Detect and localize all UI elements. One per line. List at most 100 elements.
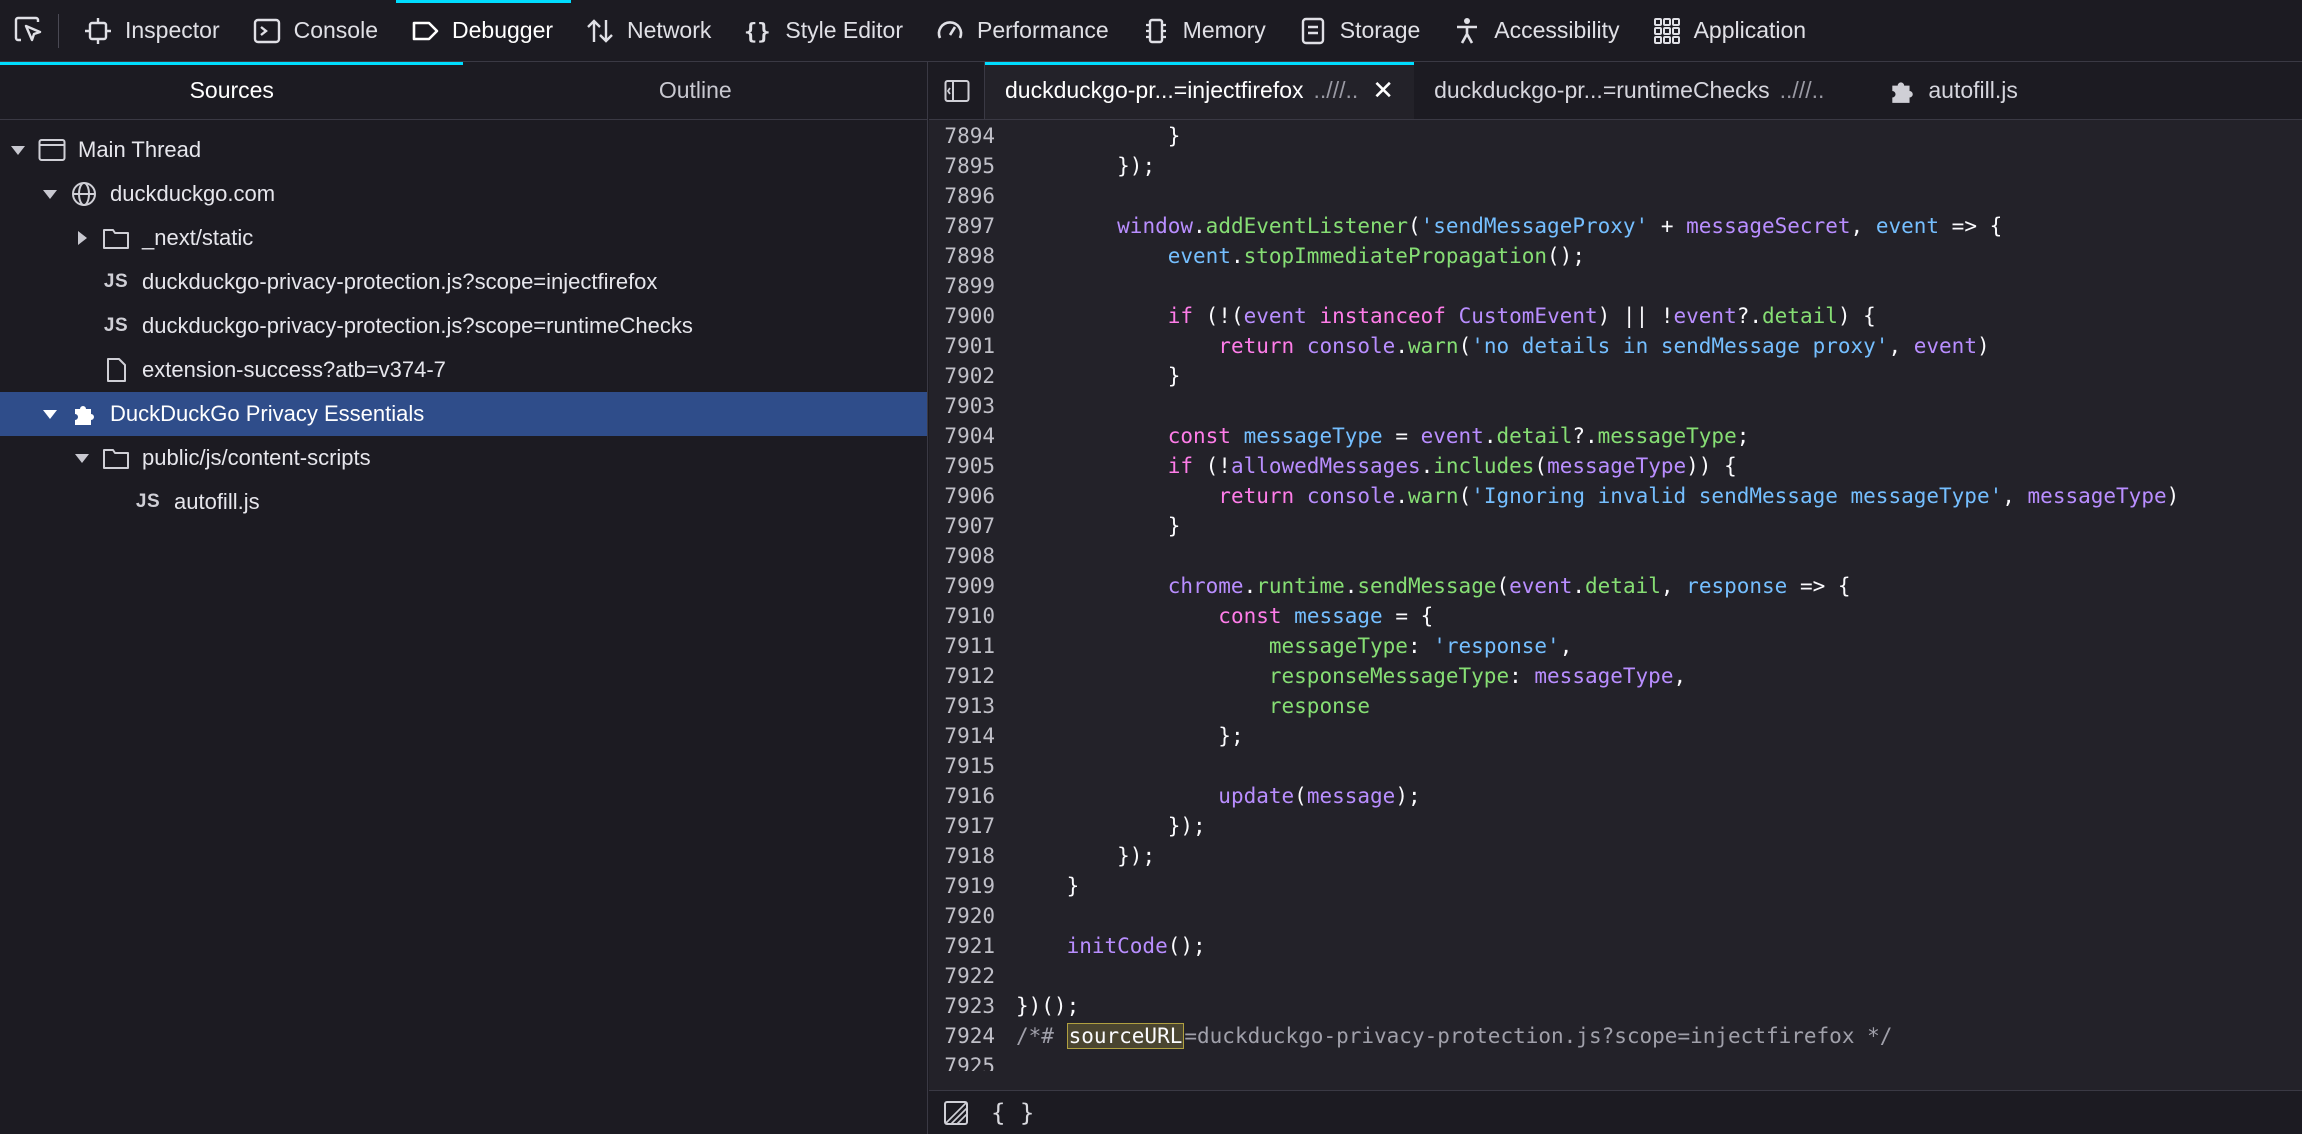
code-line[interactable]: 7919 } bbox=[929, 871, 2302, 901]
code-line[interactable]: 7896 bbox=[929, 181, 2302, 211]
editor-tab-injectfirefox[interactable]: duckduckgo-pr...=injectfirefox ..///.. ✕ bbox=[985, 62, 1415, 119]
code-line[interactable]: 7906 return console.warn('Ignoring inval… bbox=[929, 481, 2302, 511]
line-number[interactable]: 7915 bbox=[929, 754, 995, 778]
code-line[interactable]: 7918 }); bbox=[929, 841, 2302, 871]
code-line[interactable]: 7901 return console.warn('no details in … bbox=[929, 331, 2302, 361]
tree-item-extension-success[interactable]: extension-success?atb=v374-7 bbox=[0, 348, 927, 392]
code-line[interactable]: 7920 bbox=[929, 901, 2302, 931]
chevron-down-icon[interactable] bbox=[40, 404, 60, 424]
line-number[interactable]: 7914 bbox=[929, 724, 995, 748]
code-token: , bbox=[1888, 334, 1914, 358]
code-line[interactable]: 7913 response bbox=[929, 691, 2302, 721]
pretty-print-button[interactable]: { } bbox=[991, 1099, 1034, 1127]
tree-item-privacy-protection-injectfirefox[interactable]: JS duckduckgo-privacy-protection.js?scop… bbox=[0, 260, 927, 304]
line-number[interactable]: 7913 bbox=[929, 694, 995, 718]
code-line[interactable]: 7894 } bbox=[929, 121, 2302, 151]
chevron-right-icon[interactable] bbox=[72, 228, 92, 248]
line-number[interactable]: 7919 bbox=[929, 874, 995, 898]
tab-outline[interactable]: Outline bbox=[464, 62, 928, 119]
line-number[interactable]: 7911 bbox=[929, 634, 995, 658]
code-line[interactable]: 7895 }); bbox=[929, 151, 2302, 181]
code-line[interactable]: 7900 if (!(event instanceof CustomEvent)… bbox=[929, 301, 2302, 331]
line-number[interactable]: 7910 bbox=[929, 604, 995, 628]
code-line[interactable]: 7921 initCode(); bbox=[929, 931, 2302, 961]
line-number[interactable]: 7912 bbox=[929, 664, 995, 688]
code-line[interactable]: 7914 }; bbox=[929, 721, 2302, 751]
line-number[interactable]: 7902 bbox=[929, 364, 995, 388]
line-number[interactable]: 7896 bbox=[929, 184, 995, 208]
toggle-sources-pane-button[interactable] bbox=[929, 62, 985, 119]
line-number[interactable]: 7899 bbox=[929, 274, 995, 298]
line-number[interactable]: 7925 bbox=[929, 1054, 995, 1071]
line-number[interactable]: 7907 bbox=[929, 514, 995, 538]
line-number[interactable]: 7900 bbox=[929, 304, 995, 328]
element-picker-button[interactable] bbox=[0, 0, 58, 62]
line-number[interactable]: 7906 bbox=[929, 484, 995, 508]
code-line[interactable]: 7905 if (!allowedMessages.includes(messa… bbox=[929, 451, 2302, 481]
editor-tab-autofill[interactable]: autofill.js bbox=[1844, 62, 2037, 119]
code-line[interactable]: 7898 event.stopImmediatePropagation(); bbox=[929, 241, 2302, 271]
tree-item-content-scripts[interactable]: public/js/content-scripts bbox=[0, 436, 927, 480]
line-number[interactable]: 7924 bbox=[929, 1024, 995, 1048]
code-line[interactable]: 7910 const message = { bbox=[929, 601, 2302, 631]
code-line[interactable]: 7903 bbox=[929, 391, 2302, 421]
line-number[interactable]: 7918 bbox=[929, 844, 995, 868]
code-line[interactable]: 7922 bbox=[929, 961, 2302, 991]
tree-item-duckduckgo-privacy-essentials[interactable]: DuckDuckGo Privacy Essentials bbox=[0, 392, 927, 436]
editor-tab-runtimechecks[interactable]: duckduckgo-pr...=runtimeChecks ..///.. bbox=[1414, 62, 1844, 119]
line-number[interactable]: 7905 bbox=[929, 454, 995, 478]
code-line[interactable]: 7907 } bbox=[929, 511, 2302, 541]
line-number[interactable]: 7904 bbox=[929, 424, 995, 448]
code-editor[interactable]: 7894 } 7895 }); 7896 7897 window.addEventLi… bbox=[929, 121, 2302, 1071]
tab-network[interactable]: Network bbox=[571, 0, 729, 62]
line-number[interactable]: 7909 bbox=[929, 574, 995, 598]
line-number[interactable]: 7897 bbox=[929, 214, 995, 238]
line-number[interactable]: 7921 bbox=[929, 934, 995, 958]
line-number[interactable]: 7923 bbox=[929, 994, 995, 1018]
line-number[interactable]: 7895 bbox=[929, 154, 995, 178]
tab-memory[interactable]: Memory bbox=[1127, 0, 1284, 62]
tab-accessibility[interactable]: Accessibility bbox=[1438, 0, 1637, 62]
code-line[interactable]: 7897 window.addEventListener('sendMessag… bbox=[929, 211, 2302, 241]
chevron-down-icon[interactable] bbox=[8, 140, 28, 160]
tab-sources[interactable]: Sources bbox=[0, 62, 464, 119]
tree-item-autofill-js[interactable]: JS autofill.js bbox=[0, 480, 927, 524]
code-line[interactable]: 7912 responseMessageType: messageType, bbox=[929, 661, 2302, 691]
code-line[interactable]: 7908 bbox=[929, 541, 2302, 571]
code-line[interactable]: 7917 }); bbox=[929, 811, 2302, 841]
code-line[interactable]: 7925 bbox=[929, 1051, 2302, 1071]
line-number[interactable]: 7917 bbox=[929, 814, 995, 838]
line-number[interactable]: 7903 bbox=[929, 394, 995, 418]
line-number[interactable]: 7898 bbox=[929, 244, 995, 268]
code-line[interactable]: 7924/*# sourceURL=duckduckgo-privacy-pro… bbox=[929, 1021, 2302, 1051]
tab-style-editor[interactable]: {} Style Editor bbox=[729, 0, 921, 62]
line-number[interactable]: 7922 bbox=[929, 964, 995, 988]
code-line[interactable]: 7909 chrome.runtime.sendMessage(event.de… bbox=[929, 571, 2302, 601]
tab-debugger[interactable]: Debugger bbox=[396, 0, 572, 62]
close-icon[interactable]: ✕ bbox=[1372, 75, 1394, 106]
line-number[interactable]: 7901 bbox=[929, 334, 995, 358]
tree-item-duckduckgo-com[interactable]: duckduckgo.com bbox=[0, 172, 927, 216]
tree-item-next-static[interactable]: _next/static bbox=[0, 216, 927, 260]
tree-item-main-thread[interactable]: Main Thread bbox=[0, 128, 927, 172]
tab-storage[interactable]: Storage bbox=[1284, 0, 1439, 62]
code-line[interactable]: 7923})(); bbox=[929, 991, 2302, 1021]
tree-item-privacy-protection-runtimechecks[interactable]: JS duckduckgo-privacy-protection.js?scop… bbox=[0, 304, 927, 348]
tab-inspector[interactable]: Inspector bbox=[69, 0, 238, 62]
chevron-down-icon[interactable] bbox=[40, 184, 60, 204]
line-number[interactable]: 7920 bbox=[929, 904, 995, 928]
chevron-down-icon[interactable] bbox=[72, 448, 92, 468]
code-line[interactable]: 7904 const messageType = event.detail?.m… bbox=[929, 421, 2302, 451]
tab-console[interactable]: Console bbox=[238, 0, 396, 62]
tab-performance[interactable]: Performance bbox=[921, 0, 1127, 62]
code-line[interactable]: 7911 messageType: 'response', bbox=[929, 631, 2302, 661]
line-number[interactable]: 7916 bbox=[929, 784, 995, 808]
line-number[interactable]: 7894 bbox=[929, 124, 995, 148]
blackbox-icon[interactable] bbox=[943, 1100, 969, 1126]
code-line[interactable]: 7915 bbox=[929, 751, 2302, 781]
code-line[interactable]: 7916 update(message); bbox=[929, 781, 2302, 811]
code-line[interactable]: 7899 bbox=[929, 271, 2302, 301]
code-line[interactable]: 7902 } bbox=[929, 361, 2302, 391]
tab-application[interactable]: Application bbox=[1638, 0, 1825, 62]
line-number[interactable]: 7908 bbox=[929, 544, 995, 568]
